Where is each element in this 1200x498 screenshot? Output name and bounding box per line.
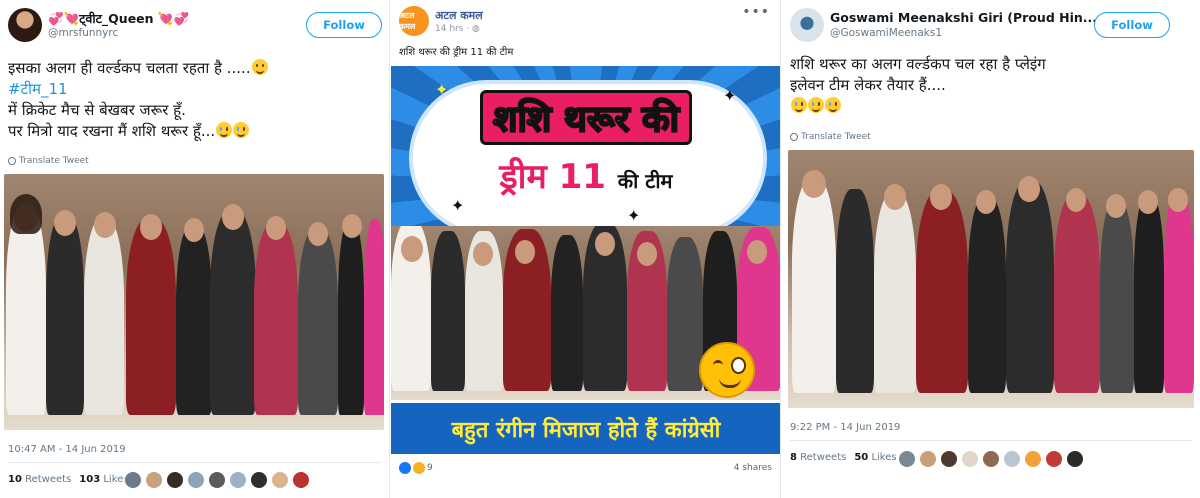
post-caption: शशि थरूर की ड्रीम 11 की टीम: [399, 47, 514, 58]
tweet-line: इलेवन टीम लेकर तैयार हैं....: [790, 76, 946, 94]
tweet-timestamp[interactable]: 10:47 AM - 14 Jun 2019: [8, 444, 126, 455]
likers-avatars: [898, 450, 1084, 468]
tweet-line: पर मित्रो याद रखना मैं शशि थरूर हूँ...: [8, 121, 268, 142]
avatar[interactable]: [1003, 450, 1021, 468]
follow-button[interactable]: Follow: [1094, 12, 1170, 38]
facebook-post-panel: अटल कमल अटल कमल 14 hrs · ◍ ••• शशि थरूर …: [391, 0, 781, 498]
tweet-line: इसका अलग ही वर्ल्डकप चलता रहता है .....: [8, 58, 268, 79]
like-reaction-icon: [399, 462, 411, 474]
divider: [790, 440, 1192, 441]
winking-emoji-icon: [699, 342, 755, 398]
avatar[interactable]: [940, 450, 958, 468]
avatar[interactable]: [166, 471, 184, 489]
reactions-count: 9: [427, 463, 433, 473]
avatar[interactable]: [1066, 450, 1084, 468]
laughing-emoji-icon: [808, 97, 824, 113]
meme-image[interactable]: ✦ ✦ ✦ ✦ शशि थरूर की ड्रीम 11 की टीम बहुत…: [391, 66, 780, 454]
tweet-line: शशि थरूर का अलग वर्ल्डकप चल रहा है प्लेइ…: [790, 55, 1046, 73]
avatar[interactable]: [1024, 450, 1042, 468]
star-icon: ✦: [451, 196, 465, 215]
smirk-emoji-icon: [251, 59, 268, 75]
avatar[interactable]: [187, 471, 205, 489]
translate-tweet-link[interactable]: Translate Tweet: [790, 132, 871, 142]
globe-icon: ◍: [472, 24, 480, 34]
laughing-emoji-icon: [825, 97, 841, 113]
avatar[interactable]: [208, 471, 226, 489]
retweets-stat[interactable]: 8 Retweets: [790, 452, 846, 463]
avatar[interactable]: [292, 471, 310, 489]
tweet-stats: 10 Retweets 103 Likes: [8, 474, 129, 485]
meme-subtitle: ड्रीम 11 की टीम: [499, 157, 673, 197]
avatar[interactable]: [145, 471, 163, 489]
tweet-panel-2: Goswami Meenakshi Giri (Proud Hin... @Go…: [782, 0, 1200, 498]
display-name[interactable]: Goswami Meenakshi Giri (Proud Hin...: [830, 10, 1097, 25]
star-icon: ✦: [627, 206, 641, 225]
avatar[interactable]: [1045, 450, 1063, 468]
meme-title: शशि थरूर की: [391, 90, 780, 145]
avatar[interactable]: [124, 471, 142, 489]
tweet-text: इसका अलग ही वर्ल्डकप चलता रहता है ..... …: [8, 58, 268, 142]
tweet-timestamp[interactable]: 9:22 PM - 14 Jun 2019: [790, 422, 900, 433]
follow-button[interactable]: Follow: [306, 12, 382, 38]
tweet-panel-1: 💞💘ट्वीट_Queen 💘💞 @mrsfunnyrc Follow इसका…: [0, 0, 390, 498]
tweet-photo[interactable]: [4, 174, 384, 430]
divider: [8, 462, 381, 463]
avatar[interactable]: [790, 8, 824, 42]
avatar[interactable]: [229, 471, 247, 489]
post-footer: 9 4 shares: [399, 458, 772, 478]
avatar[interactable]: [919, 450, 937, 468]
likers-avatars: [124, 471, 310, 489]
meme-banner: बहुत रंगीन मिजाज होते हैं कांग्रेसी: [391, 400, 780, 454]
globe-icon: [790, 133, 798, 141]
translate-label: Translate Tweet: [801, 132, 871, 142]
avatar[interactable]: [271, 471, 289, 489]
avatar[interactable]: [961, 450, 979, 468]
post-time[interactable]: 14 hrs · ◍: [435, 24, 480, 34]
retweets-stat[interactable]: 10 Retweets: [8, 474, 71, 485]
laughing-emoji-icon: [233, 122, 250, 138]
shares-count[interactable]: 4 shares: [734, 463, 772, 473]
tweet-line: में क्रिकेट मैच से बेखबर जरूर हूँ.: [8, 101, 186, 119]
tweet-header: 💞💘ट्वीट_Queen 💘💞 @mrsfunnyrc Follow: [0, 0, 389, 48]
laughing-emoji-icon: [216, 122, 233, 138]
globe-icon: [8, 157, 16, 165]
hashtag-link[interactable]: #टीम_11: [8, 79, 268, 100]
reactions[interactable]: 9: [399, 462, 433, 474]
likes-stat[interactable]: 50 Likes: [854, 452, 896, 463]
tweet-text: शशि थरूर का अलग वर्ल्डकप चल रहा है प्लेइ…: [790, 54, 1046, 117]
avatar[interactable]: [8, 8, 42, 42]
translate-tweet-link[interactable]: Translate Tweet: [8, 156, 89, 166]
tweet-photo[interactable]: [788, 150, 1194, 408]
laughing-emoji-icon: [791, 97, 807, 113]
avatar[interactable]: अटल कमल: [399, 6, 429, 36]
avatar[interactable]: [982, 450, 1000, 468]
translate-label: Translate Tweet: [19, 156, 89, 166]
tweet-header: Goswami Meenakshi Giri (Proud Hin... @Go…: [782, 0, 1200, 48]
display-name[interactable]: 💞💘ट्वीट_Queen 💘💞: [48, 10, 189, 27]
user-handle[interactable]: @GoswamiMeenaks1: [830, 27, 942, 39]
page-name[interactable]: अटल कमल: [435, 8, 483, 23]
more-horizontal-icon[interactable]: •••: [742, 4, 770, 20]
user-handle[interactable]: @mrsfunnyrc: [48, 27, 118, 39]
likes-stat[interactable]: 103 Likes: [79, 474, 128, 485]
tweet-stats: 8 Retweets 50 Likes: [790, 452, 897, 463]
tweet-line: [790, 96, 1046, 117]
avatar[interactable]: [898, 450, 916, 468]
avatar[interactable]: [250, 471, 268, 489]
haha-reaction-icon: [413, 462, 425, 474]
